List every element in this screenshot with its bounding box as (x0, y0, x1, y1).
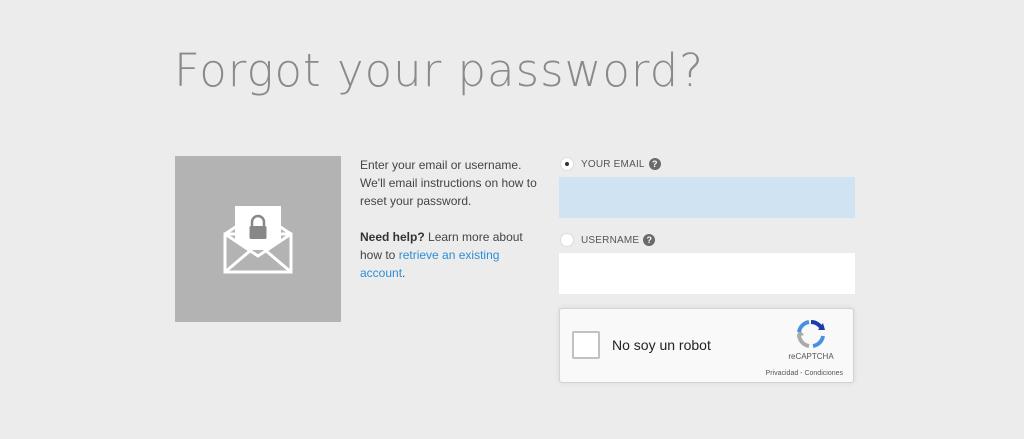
username-field[interactable] (559, 253, 855, 294)
recaptcha-logo: reCAPTCHA (783, 319, 839, 361)
email-label: YOUR EMAIL (581, 158, 645, 170)
help-heading: Need help? (360, 230, 425, 244)
forgot-password-page: Forgot your password? Enter your email o… (0, 0, 1024, 439)
recaptcha-widget: No soy un robot reCAPTCHA Privacidad - C… (559, 308, 854, 383)
email-help-icon[interactable]: ? (648, 158, 661, 170)
page-title: Forgot your password? (174, 44, 705, 97)
username-radio[interactable] (560, 233, 574, 247)
help-end: . (402, 266, 406, 280)
recaptcha-terms-link[interactable]: Condiciones (804, 370, 843, 377)
envelope-lock-icon (223, 206, 293, 274)
instructions-text: Enter your email or username. We'll emai… (360, 158, 537, 208)
instructions-panel: Enter your email or username. We'll emai… (360, 156, 540, 300)
illustration-panel (175, 156, 341, 322)
recaptcha-links: Privacidad - Condiciones (766, 370, 843, 377)
username-label: USERNAME (581, 234, 640, 246)
recaptcha-brand: reCAPTCHA (788, 352, 834, 361)
recaptcha-privacy-link[interactable]: Privacidad (766, 370, 799, 377)
email-field[interactable] (559, 177, 855, 218)
email-radio[interactable] (560, 157, 574, 171)
username-option[interactable]: USERNAME ? (559, 232, 855, 248)
help-text: Need help? Learn more about how to retri… (360, 228, 540, 282)
recaptcha-icon (796, 319, 825, 348)
email-option[interactable]: YOUR EMAIL ? (559, 156, 855, 172)
recaptcha-checkbox[interactable] (572, 331, 600, 359)
username-help-icon[interactable]: ? (643, 234, 656, 246)
reset-form: YOUR EMAIL ? USERNAME ? No soy un robot (559, 156, 855, 383)
recaptcha-label: No soy un robot (612, 337, 711, 353)
